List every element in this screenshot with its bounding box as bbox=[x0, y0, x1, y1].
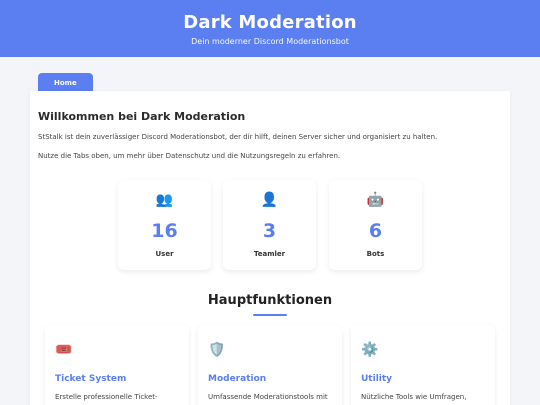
feature-desc-moderation: Umfassende Moderationstools mit bbox=[208, 393, 328, 401]
robot-icon: 🤖 bbox=[366, 192, 385, 208]
feature-card-utility: ⚙️ Utility Nützliche Tools wie Umfragen, bbox=[351, 325, 495, 405]
users-icon: 👥 bbox=[155, 192, 174, 208]
feature-card-moderation: 🛡️ Moderation Umfassende Moderationstool… bbox=[198, 325, 342, 405]
stat-card-bots: 🤖 6 Bots bbox=[329, 180, 422, 270]
stat-card-users: 👥 16 User bbox=[118, 180, 211, 270]
feature-desc-utility: Nützliche Tools wie Umfragen, bbox=[361, 393, 467, 401]
gear-icon: ⚙️ bbox=[361, 342, 379, 358]
feature-title-utility: Utility bbox=[361, 374, 393, 384]
welcome-text: StStalk ist dein zuverlässiger Discord M… bbox=[38, 133, 438, 141]
stat-label-team: Teamler bbox=[253, 250, 286, 258]
stat-card-team: 👤 3 Teamler bbox=[223, 180, 316, 270]
welcome-heading: Willkommen bei Dark Moderation bbox=[38, 110, 246, 123]
tabs-hint-text: Nutze die Tabs oben, um mehr über Datens… bbox=[38, 152, 341, 160]
stat-value-bots: 6 bbox=[368, 220, 383, 242]
person-icon: 👤 bbox=[260, 192, 279, 208]
features-heading: Hauptfunktionen bbox=[207, 293, 333, 308]
feature-desc-tickets: Erstelle professionelle Ticket- bbox=[55, 393, 158, 401]
heading-underline bbox=[253, 314, 287, 316]
stat-value-team: 3 bbox=[262, 220, 277, 242]
feature-title-moderation: Moderation bbox=[208, 374, 267, 384]
site-header: Dark Moderation Dein moderner Discord Mo… bbox=[0, 0, 540, 57]
shield-icon: 🛡️ bbox=[208, 342, 226, 358]
stat-label-bots: Bots bbox=[366, 250, 385, 258]
tab-bar: Home bbox=[30, 70, 93, 94]
feature-card-tickets: 🎟️ Ticket System Erstelle professionelle… bbox=[45, 325, 189, 405]
site-subtitle: Dein moderner Discord Moderationsbot bbox=[191, 37, 349, 46]
stat-value-users: 16 bbox=[151, 220, 178, 242]
stat-label-users: User bbox=[155, 250, 174, 258]
site-title: Dark Moderation bbox=[183, 12, 357, 33]
ticket-icon: 🎟️ bbox=[55, 342, 73, 358]
feature-title-tickets: Ticket System bbox=[55, 374, 127, 384]
